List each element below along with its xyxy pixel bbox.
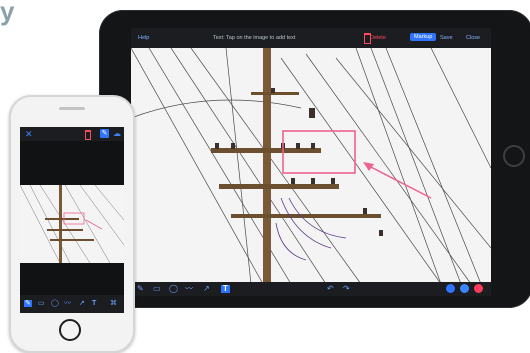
utility-pole-photo-thumbnail[interactable] <box>20 185 124 263</box>
ellipse-tool-icon[interactable]: ◯ <box>51 300 59 307</box>
rectangle-tool-icon[interactable]: ▭ <box>38 300 45 307</box>
phone-speaker <box>59 107 85 110</box>
close-icon[interactable]: ✕ <box>25 129 33 140</box>
text-tool-button[interactable]: T <box>221 285 230 293</box>
phone-bottom-toolbar: ✎ ▭ ◯ 〰 ↗ T ⌘ <box>20 295 124 313</box>
tablet-home-button[interactable] <box>503 145 525 167</box>
freehand-tool-icon[interactable]: 〰 <box>64 300 71 307</box>
tablet-device: Help Text: Tap on the image to add text … <box>99 10 530 308</box>
add-icon[interactable] <box>446 284 455 293</box>
delete-button[interactable]: Delete <box>370 35 386 41</box>
tablet-screen: Help Text: Tap on the image to add text … <box>131 28 491 296</box>
ellipse-tool-icon[interactable]: ◯ <box>169 285 178 293</box>
hint-text: Text: Tap on the image to add text <box>213 35 296 41</box>
phone-screen: ✕ ✎ ☁ ✎ ▭ ◯ 〰 ↗ T ⌘ <box>20 127 124 313</box>
arrow-tool-icon[interactable]: ↗ <box>203 285 210 293</box>
cloud-icon[interactable]: ☁ <box>113 129 121 138</box>
tablet-toolbar: Help Text: Tap on the image to add text … <box>131 28 491 48</box>
help-button[interactable]: Help <box>138 35 149 41</box>
rectangle-tool-icon[interactable]: ▭ <box>153 285 161 293</box>
phone-device: ✕ ✎ ☁ ✎ ▭ ◯ 〰 ↗ T ⌘ <box>9 95 135 353</box>
close-button[interactable]: Close <box>466 35 480 41</box>
utility-pole-photo[interactable] <box>131 48 491 284</box>
gear-icon[interactable] <box>460 284 469 293</box>
freehand-tool-icon[interactable]: 〰 <box>185 285 193 293</box>
redo-icon[interactable]: ↷ <box>343 285 350 293</box>
text-tool-button[interactable]: T <box>92 300 96 307</box>
tag-icon[interactable]: ⌘ <box>110 300 117 307</box>
trash-icon[interactable] <box>85 130 91 140</box>
color-picker-icon[interactable] <box>474 284 483 293</box>
phone-toolbar: ✕ ✎ ☁ <box>20 127 124 141</box>
pen-tool-icon[interactable]: ✎ <box>137 285 144 293</box>
arrow-tool-icon[interactable]: ↗ <box>79 300 85 307</box>
pen-icon[interactable]: ✎ <box>100 129 109 138</box>
markup-button[interactable]: Markup <box>410 33 437 41</box>
undo-icon[interactable]: ↶ <box>327 285 334 293</box>
pen-tool-icon[interactable]: ✎ <box>24 300 32 307</box>
save-button[interactable]: Save <box>440 35 453 41</box>
tablet-bottom-toolbar: ✎ ▭ ◯ 〰 ↗ T ↶ ↷ <box>131 282 491 296</box>
phone-home-button[interactable] <box>59 319 81 341</box>
corner-text-fragment: y <box>0 0 15 26</box>
